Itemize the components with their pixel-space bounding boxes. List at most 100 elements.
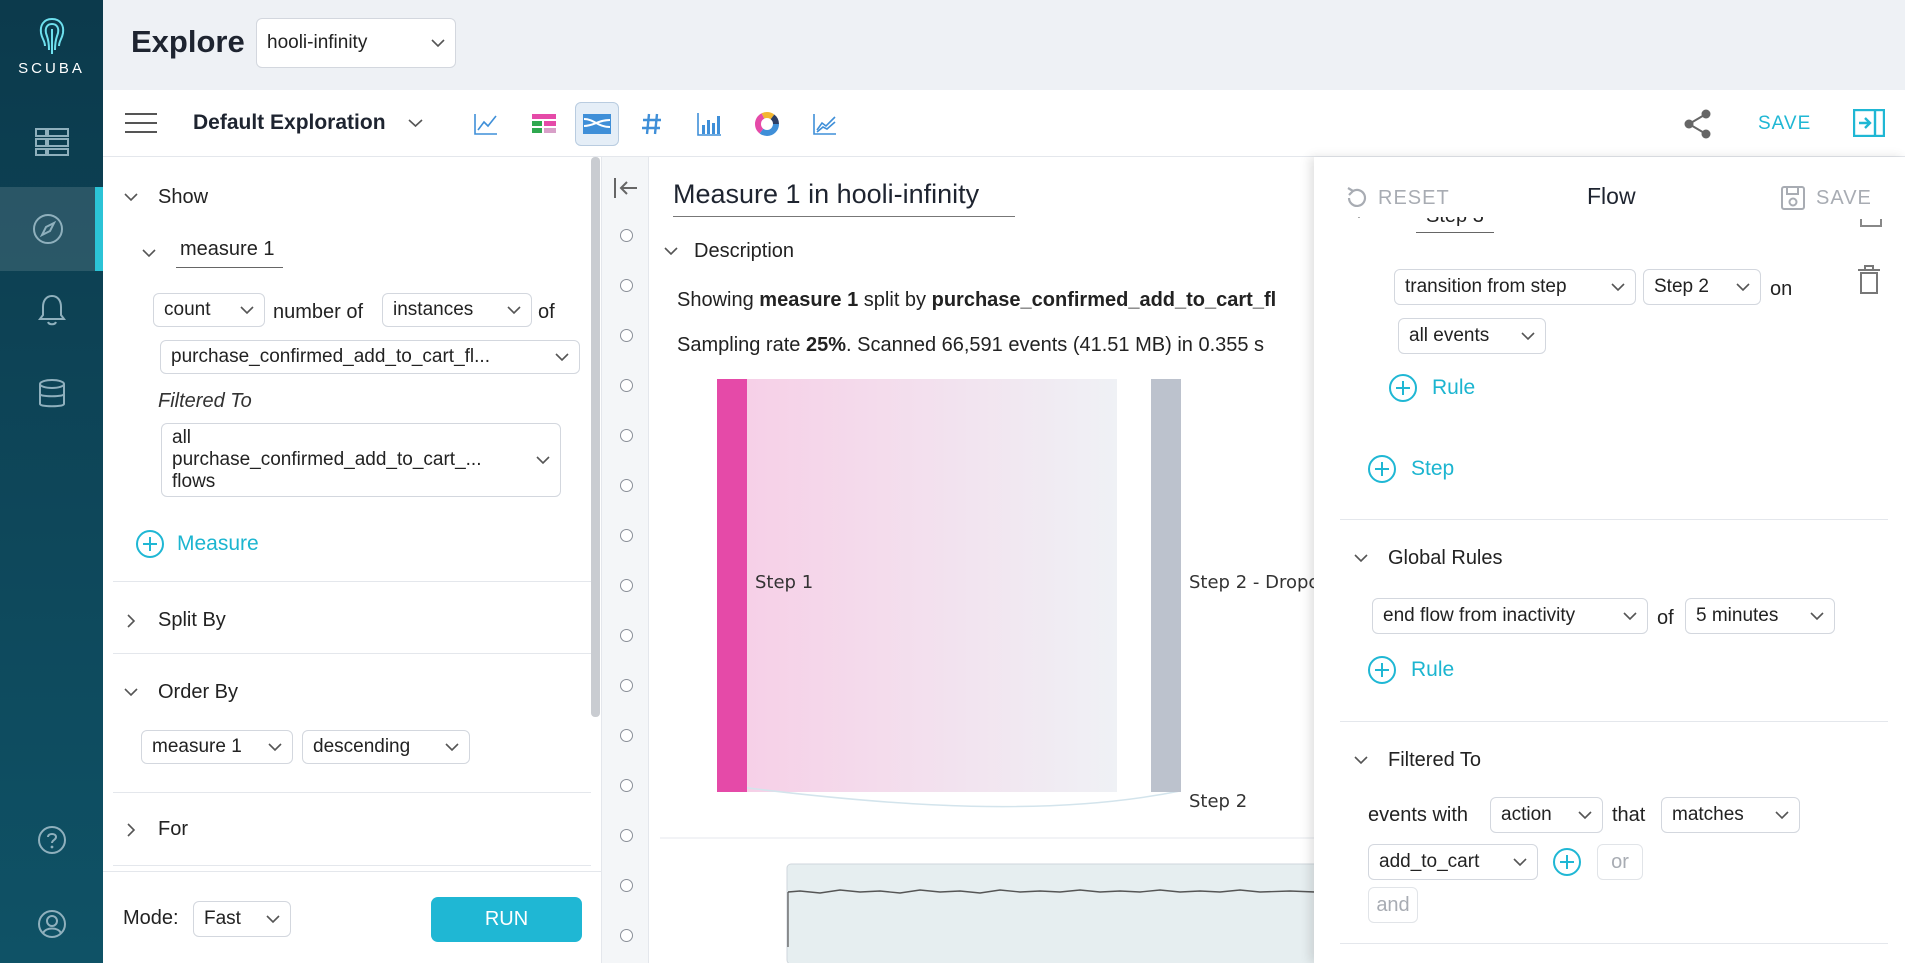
collapse-left-button[interactable] <box>613 177 639 199</box>
nav-account[interactable] <box>0 882 103 963</box>
sankey-label-step-2: Step 2 <box>1189 791 1248 812</box>
rail-dot[interactable] <box>620 279 633 292</box>
bell-icon <box>37 294 66 326</box>
nav-alerts[interactable] <box>0 268 103 352</box>
show-section-header[interactable]: Show <box>116 186 208 209</box>
sankey-node-step-2-dropoff[interactable] <box>1151 379 1181 792</box>
view-line-chart[interactable] <box>464 102 508 146</box>
rail-dot[interactable] <box>620 329 633 342</box>
share-button[interactable] <box>1683 108 1713 140</box>
view-trend-chart[interactable] <box>803 102 847 146</box>
add-filter-value-button[interactable] <box>1552 847 1582 877</box>
trend-chart-icon <box>813 114 836 135</box>
add-measure-label: Measure <box>177 532 259 555</box>
trash-icon <box>1858 265 1880 294</box>
chevron-right-icon <box>126 822 135 837</box>
hash-icon <box>642 113 661 135</box>
rail-dot[interactable] <box>620 679 633 692</box>
rail-dot[interactable] <box>620 429 633 442</box>
dataset-select[interactable]: hooli-infinity <box>256 18 456 68</box>
timeout-select[interactable]: 5 minutes <box>1685 598 1835 634</box>
panel-toggle-button[interactable] <box>1853 109 1885 137</box>
events-select[interactable]: all events <box>1398 318 1546 354</box>
rail-dot[interactable] <box>620 879 633 892</box>
order-direction-select[interactable]: descending <box>302 730 470 764</box>
filter-select[interactable]: all purchase_confirmed_add_to_cart_... f… <box>161 423 561 497</box>
results-area: Measure 1 in hooli-infinity Description … <box>650 157 1315 963</box>
object-select[interactable]: instances <box>382 293 532 327</box>
aggregate-select[interactable]: count <box>153 293 265 327</box>
chevron-down-icon <box>142 248 156 257</box>
rail-dot[interactable] <box>620 579 633 592</box>
mode-label: Mode: <box>123 907 179 929</box>
rail-dot[interactable] <box>620 629 633 642</box>
measure-name[interactable]: measure 1 <box>176 238 283 268</box>
mode-select[interactable]: Fast <box>193 901 291 937</box>
nav-help[interactable] <box>0 798 103 882</box>
rail-dot[interactable] <box>620 379 633 392</box>
chevron-down-icon <box>1513 857 1527 866</box>
reset-label: RESET <box>1378 186 1450 209</box>
add-global-rule-button[interactable]: Rule <box>1367 655 1454 685</box>
filter-value-select[interactable]: add_to_cart <box>1368 844 1538 880</box>
operator-select[interactable]: matches <box>1661 797 1800 833</box>
view-table[interactable] <box>522 102 566 146</box>
add-measure-button[interactable]: Measure <box>135 529 259 559</box>
chevron-down-icon <box>124 193 138 202</box>
view-bar-chart[interactable] <box>687 102 731 146</box>
filtered-to-header[interactable]: Filtered To <box>1354 749 1481 772</box>
delete-step-button[interactable] <box>1857 265 1881 295</box>
line-chart-icon <box>474 114 497 135</box>
save-button[interactable]: SAVE <box>1758 113 1811 135</box>
sankey-node-step-1[interactable] <box>717 379 747 792</box>
chevron-down-icon <box>266 914 280 923</box>
database-icon <box>38 379 65 408</box>
and-button[interactable]: and <box>1368 887 1418 923</box>
order-by-section-header[interactable]: Order By <box>116 681 238 704</box>
property-select[interactable]: action <box>1490 797 1603 833</box>
view-flow[interactable] <box>575 102 619 146</box>
nav-explore[interactable] <box>0 187 103 271</box>
global-rules-header[interactable]: Global Rules <box>1354 547 1503 570</box>
menu-button[interactable] <box>125 112 157 134</box>
on-text: on <box>1770 278 1793 300</box>
timeout-value: 5 minutes <box>1696 605 1779 626</box>
add-step-rule-button[interactable]: Rule <box>1388 373 1475 403</box>
step-delete-partial[interactable] <box>1860 219 1882 227</box>
order-by-label: Order By <box>158 681 239 703</box>
rail-dot[interactable] <box>620 829 633 842</box>
step-ref-value: Step 2 <box>1654 276 1709 297</box>
rail-dot[interactable] <box>620 229 633 242</box>
property-value: action <box>1501 804 1552 825</box>
end-flow-select[interactable]: end flow from inactivity <box>1372 598 1648 634</box>
step-ref-select[interactable]: Step 2 <box>1643 269 1761 305</box>
exploration-select[interactable]: Default Exploration <box>193 111 423 135</box>
view-pie-chart[interactable] <box>745 102 789 146</box>
for-section-header[interactable]: For <box>116 818 188 841</box>
rail-dot[interactable] <box>620 479 633 492</box>
rail-dot[interactable] <box>620 779 633 792</box>
query-panel-scrollbar[interactable] <box>591 157 600 717</box>
add-step-button[interactable]: Step <box>1367 454 1454 484</box>
view-number[interactable] <box>630 102 674 146</box>
split-by-section-header[interactable]: Split By <box>116 609 226 632</box>
divider <box>113 653 591 654</box>
flow-save-button[interactable]: SAVE <box>1780 185 1872 211</box>
transition-select[interactable]: transition from step <box>1394 269 1636 305</box>
measure-header[interactable]: measure 1 <box>134 238 283 268</box>
timeline-chart[interactable] <box>786 863 1315 963</box>
number-of-text: number of <box>273 301 364 323</box>
order-field-select[interactable]: measure 1 <box>141 730 293 764</box>
flow-select[interactable]: purchase_confirmed_add_to_cart_fl... <box>160 340 580 374</box>
rail-dot[interactable] <box>620 929 633 942</box>
run-button[interactable]: RUN <box>431 897 582 942</box>
or-button[interactable]: or <box>1597 844 1643 880</box>
rail-dot[interactable] <box>620 529 633 542</box>
nav-dashboards[interactable] <box>0 100 103 184</box>
rail-dot[interactable] <box>620 729 633 742</box>
global-rules-label: Global Rules <box>1388 547 1503 569</box>
scuba-logo[interactable]: SCUBA <box>0 16 103 77</box>
reset-button[interactable]: RESET <box>1344 185 1450 211</box>
nav-data[interactable] <box>0 352 103 436</box>
toolbar: Default Exploration SAVE <box>103 90 1905 157</box>
